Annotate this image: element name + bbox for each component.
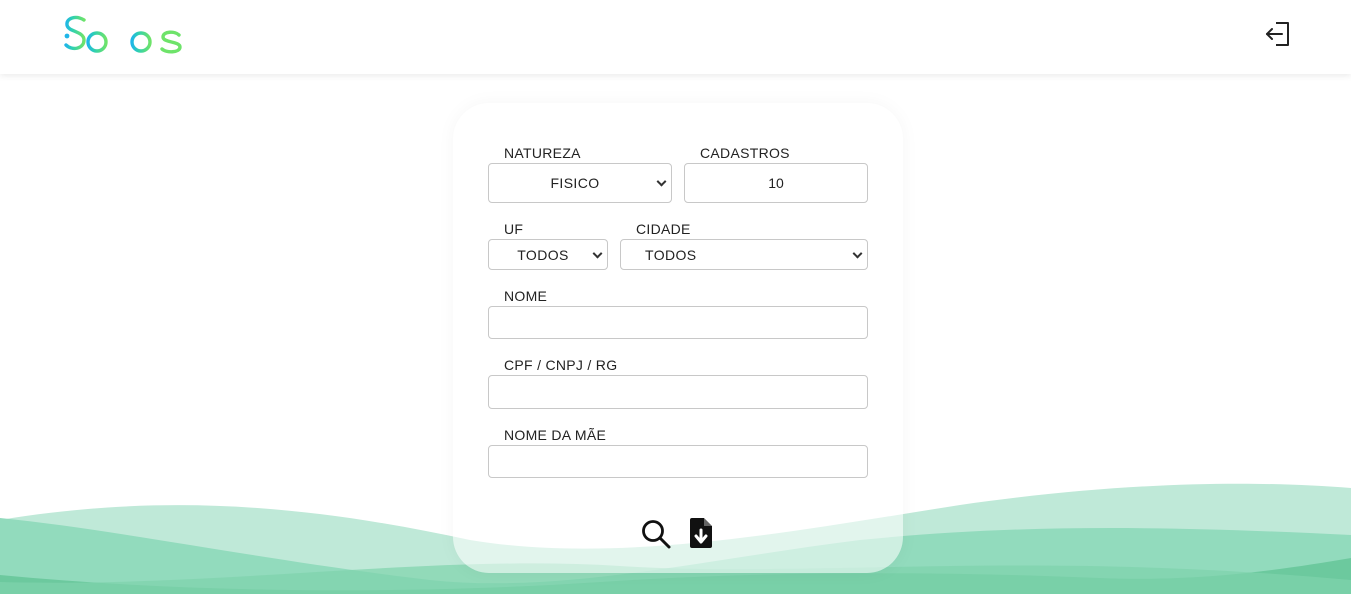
cadastros-value: 10 (768, 175, 784, 191)
natureza-select[interactable]: FISICO (488, 163, 672, 203)
cidade-label: CIDADE (636, 221, 691, 237)
natureza-label: NATUREZA (504, 145, 581, 161)
chevron-down-icon (852, 248, 863, 259)
cadastros-input[interactable]: 10 (684, 163, 868, 203)
natureza-value: FISICO (550, 175, 600, 191)
cadastros-label: CADASTROS (700, 145, 790, 161)
chevron-down-icon (656, 176, 667, 187)
uf-select[interactable]: TODOS (488, 239, 608, 270)
cidade-value: TODOS (645, 246, 697, 263)
chevron-down-icon (592, 248, 603, 259)
nome-mae-input[interactable] (488, 445, 868, 478)
nome-input[interactable] (488, 306, 868, 339)
sollos-logo[interactable] (62, 12, 186, 58)
documento-input[interactable] (488, 375, 868, 409)
nome-label: NOME (504, 288, 548, 304)
top-header (0, 0, 1351, 74)
uf-label: UF (504, 221, 524, 237)
uf-value: TODOS (517, 246, 569, 263)
file-download-icon[interactable] (688, 517, 714, 549)
logout-icon[interactable] (1264, 20, 1292, 48)
cidade-select[interactable]: TODOS (620, 239, 868, 270)
documento-label: CPF / CNPJ / RG (504, 357, 618, 373)
search-icon[interactable] (640, 518, 672, 550)
nome-mae-label: NOME DA MÃE (504, 427, 607, 443)
